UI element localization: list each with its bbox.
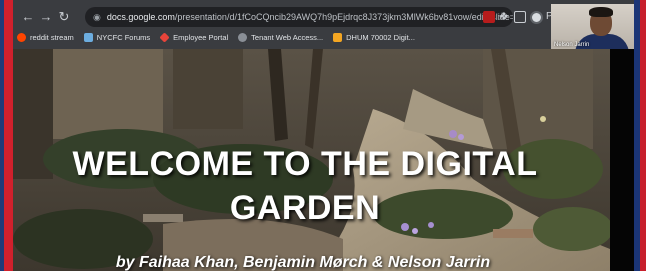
slide-authors: by Faihaa Khan, Benjamin Mørch & Nelson … xyxy=(115,254,491,271)
globe-icon xyxy=(238,33,248,42)
slide-title-line1: WELCOME TO THE DIGITAL xyxy=(72,145,538,183)
frame-left-blue xyxy=(0,0,4,271)
sidebar-icon[interactable] xyxy=(514,11,526,23)
extension-icon[interactable] xyxy=(483,11,495,23)
slide-title-line2: GARDEN xyxy=(229,189,381,227)
nycfc-icon xyxy=(83,33,93,42)
bookmark-label: Employee Portal xyxy=(173,33,229,42)
url-text: docs.google.com/presentation/d/1fCoCQnci… xyxy=(107,12,513,22)
bookmark-label: DHUM 70002 Digit... xyxy=(346,33,415,42)
bookmark-reddit-stream[interactable]: reddit stream xyxy=(17,33,74,42)
folder-icon xyxy=(333,33,343,42)
frame-right-red xyxy=(640,0,646,271)
back-arrow-icon[interactable]: ← xyxy=(19,5,37,29)
url-host: docs.google.com xyxy=(106,12,175,22)
puzzle-extensions-icon[interactable]: ❖ xyxy=(499,11,511,23)
browser-toolbar: ← → ↻ ◉ docs.google.com/presentation/d/1… xyxy=(13,5,634,29)
reddit-icon xyxy=(17,33,26,42)
bookmark-label: reddit stream xyxy=(30,33,74,42)
url-path: /presentation/d/1fCoCQncib29AWQ7h9pEjdrq… xyxy=(174,12,513,22)
profile-avatar-icon[interactable] xyxy=(530,11,543,24)
webcam-tile[interactable]: Nelson Jarrin xyxy=(551,4,634,49)
reload-icon[interactable]: ↻ xyxy=(55,5,73,29)
browser-chrome: ← → ↻ ◉ docs.google.com/presentation/d/1… xyxy=(13,0,634,49)
bookmark-tenant-web-access[interactable]: Tenant Web Access... xyxy=(238,33,323,42)
participant-name: Nelson Jarrin xyxy=(554,42,590,48)
bookmark-label: NYCFC Forums xyxy=(96,33,151,42)
webcam-person-hair xyxy=(589,7,613,17)
bookmarks-bar: reddit stream NYCFC Forums Employee Port… xyxy=(13,30,553,45)
bookmark-nycfc-forums[interactable]: NYCFC Forums xyxy=(83,33,151,42)
bookmark-employee-portal[interactable]: Employee Portal xyxy=(159,32,229,43)
slide-black-band xyxy=(610,49,634,271)
bookmark-dhum-70002[interactable]: DHUM 70002 Digit... xyxy=(333,33,415,42)
employee-portal-icon xyxy=(159,32,170,43)
bookmark-label: Tenant Web Access... xyxy=(251,33,324,42)
forward-arrow-icon[interactable]: → xyxy=(37,5,55,29)
lock-icon: ◉ xyxy=(93,11,101,22)
address-bar[interactable]: ◉ docs.google.com/presentation/d/1fCoCQn… xyxy=(85,7,513,27)
presentation-slide: WELCOME TO THE DIGITAL GARDEN by Faihaa … xyxy=(13,49,634,271)
